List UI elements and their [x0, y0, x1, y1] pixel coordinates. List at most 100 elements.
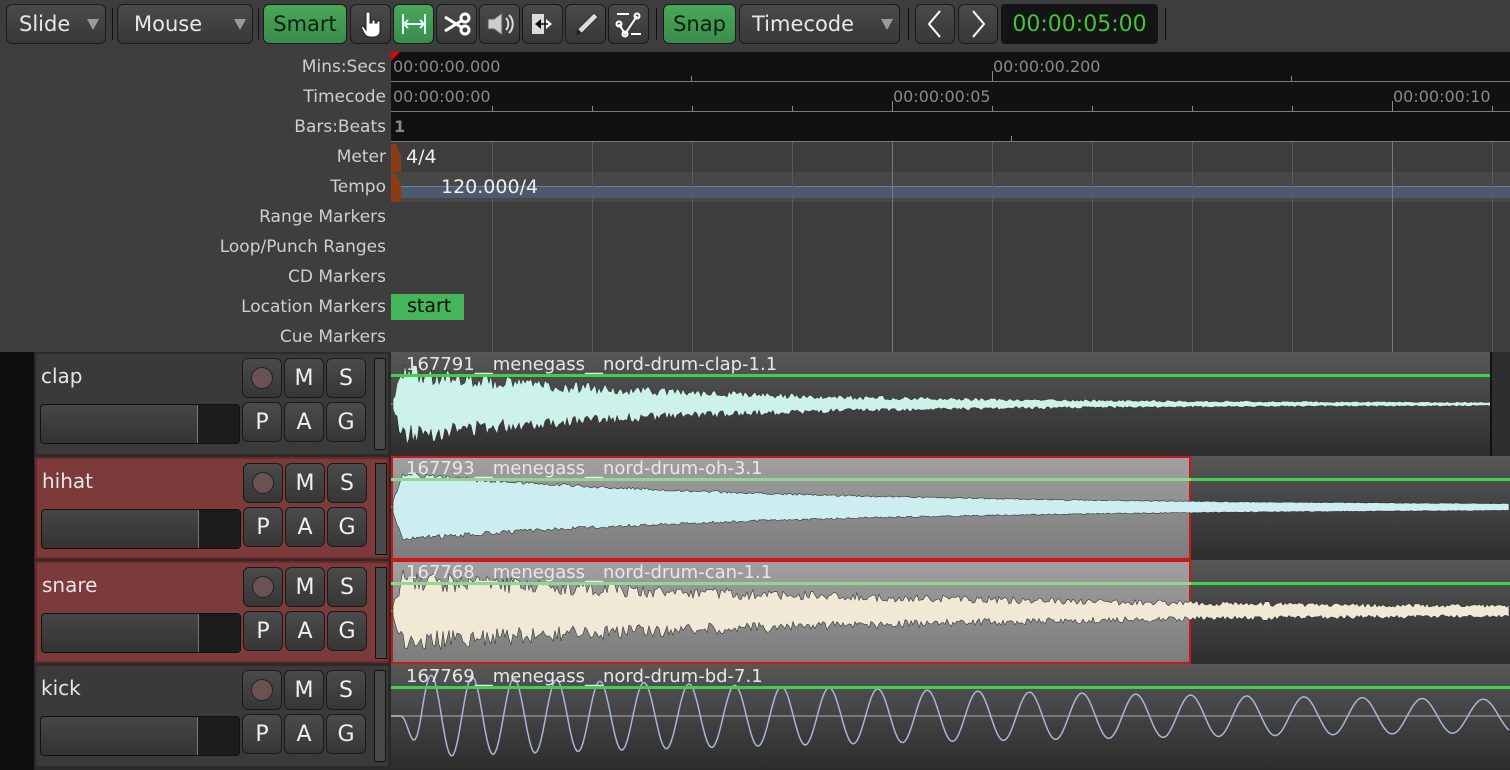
ruler-label-timecode[interactable]: Timecode — [303, 82, 386, 112]
internal-edit-tool-button[interactable] — [608, 4, 649, 44]
grid-type-dropdown[interactable]: Timecode — [739, 4, 900, 44]
ruler-label-cue-markers[interactable]: Cue Markers — [280, 322, 386, 352]
pencil-icon — [574, 12, 599, 36]
dropdown-arrow-icon — [881, 19, 893, 30]
timecode-tick — [992, 106, 993, 111]
meter-bar[interactable] — [391, 142, 1510, 172]
range-tool-button[interactable] — [393, 4, 434, 44]
draw-tool-button[interactable] — [565, 4, 606, 44]
track-name[interactable]: kick — [41, 676, 81, 700]
ruler-label-bbt[interactable]: Bars:Beats — [294, 112, 386, 142]
automation-button[interactable]: A — [285, 611, 325, 651]
record-enable-button[interactable] — [242, 358, 282, 398]
solo-button[interactable]: S — [327, 567, 367, 607]
edit-mode-dropdown[interactable]: Slide — [6, 4, 106, 44]
timecode-tick — [592, 106, 593, 111]
group-button[interactable]: G — [327, 507, 367, 547]
track-name[interactable]: hihat — [42, 469, 93, 493]
automation-button[interactable]: A — [284, 714, 324, 754]
location-marker-label: start — [407, 295, 452, 317]
edit-mode-label: Slide — [19, 12, 71, 36]
level-meter — [375, 463, 387, 555]
range-markers-bar[interactable] — [391, 202, 1510, 232]
playlist-button[interactable]: P — [242, 714, 282, 754]
track-header-kick[interactable]: kick M S P A G — [35, 665, 389, 767]
mute-button[interactable]: M — [284, 358, 324, 398]
grid-line — [492, 142, 493, 352]
playlist-button[interactable]: P — [242, 402, 282, 442]
grab-tool-button[interactable] — [350, 4, 391, 44]
record-enable-button[interactable] — [243, 567, 283, 607]
loop-punch-bar[interactable] — [391, 232, 1510, 262]
ruler-label-tempo[interactable]: Tempo — [330, 172, 386, 202]
timecode-tick — [792, 106, 793, 111]
grid-line — [592, 142, 593, 352]
track-lane-hihat[interactable]: 167793__menegass__nord-drum-oh-3.1 — [391, 456, 1510, 560]
ruler-label-cd-markers[interactable]: CD Markers — [288, 262, 386, 292]
minsec-ruler[interactable]: 00:00:00.000 00:00:00.200 — [391, 52, 1510, 82]
gain-fader[interactable] — [40, 404, 240, 444]
record-enable-button[interactable] — [243, 463, 283, 503]
automation-button[interactable]: A — [284, 402, 324, 442]
audition-tool-button[interactable] — [479, 4, 520, 44]
playlist-button[interactable]: P — [243, 507, 283, 547]
record-enable-button[interactable] — [242, 670, 282, 710]
playhead-marker[interactable] — [391, 52, 400, 61]
ruler-label-range-markers[interactable]: Range Markers — [259, 202, 386, 232]
cd-markers-bar[interactable] — [391, 262, 1510, 292]
nudge-forward-button[interactable] — [958, 4, 998, 44]
mute-button[interactable]: M — [285, 463, 325, 503]
track-lane-snare[interactable]: 167768__menegass__nord-drum-can-1.1 — [391, 560, 1510, 664]
group-button[interactable]: G — [326, 402, 366, 442]
ruler-label-meter[interactable]: Meter — [337, 142, 386, 172]
playlist-button[interactable]: P — [243, 611, 283, 651]
bbt-ruler[interactable]: 1 — [391, 112, 1510, 142]
ruler-label-minsec[interactable]: Mins:Secs — [302, 52, 386, 82]
minsec-label: 00:00:00.200 — [993, 57, 1101, 76]
track-header-hihat[interactable]: hihat M S P A G — [35, 457, 389, 559]
stretch-tool-button[interactable] — [522, 4, 563, 44]
hand-icon — [359, 11, 380, 38]
fader-remaining — [197, 405, 239, 443]
gain-fader[interactable] — [40, 716, 240, 756]
track-lane-kick[interactable]: 167769__menegass__nord-drum-bd-7.1 — [391, 664, 1510, 768]
track-name[interactable]: clap — [41, 364, 83, 388]
nudge-backward-button[interactable] — [915, 4, 955, 44]
gain-fader[interactable] — [41, 509, 241, 549]
location-marker-start[interactable]: start — [391, 294, 464, 320]
cue-markers-bar[interactable] — [391, 322, 1510, 352]
track-lane-clap[interactable]: 167791__menegass__nord-drum-clap-1.1 — [391, 352, 1510, 456]
range-arrows-icon — [401, 14, 426, 34]
grid-line — [792, 142, 793, 352]
ruler-label-loop-punch[interactable]: Loop/Punch Ranges — [220, 232, 386, 262]
automation-button[interactable]: A — [285, 507, 325, 547]
ruler-label-location-markers[interactable]: Location Markers — [241, 292, 386, 322]
solo-button[interactable]: S — [327, 463, 367, 503]
track-header-clap[interactable]: clap M S P A G — [35, 353, 389, 455]
snap-toggle-button[interactable]: Snap — [663, 4, 736, 44]
region-name: 167768__menegass__nord-drum-can-1.1 — [406, 562, 773, 583]
timecode-ruler[interactable]: 00:00:00:00 00:00:00:05 00:00:00:10 — [391, 82, 1510, 112]
track-header-snare[interactable]: snare M S P A G — [35, 561, 389, 663]
cut-tool-button[interactable] — [436, 4, 477, 44]
grid-line — [1392, 142, 1393, 352]
nudge-clock[interactable]: 00:00:05:00 — [1001, 4, 1158, 44]
location-markers-bar[interactable] — [391, 292, 1510, 322]
group-button[interactable]: G — [327, 611, 367, 651]
timecode-tick — [1092, 106, 1093, 111]
smart-mode-button[interactable]: Smart — [263, 4, 347, 44]
rulers-area[interactable]: 00:00:00.000 00:00:00.200 00:00:00:00 00:0… — [391, 52, 1510, 352]
track-name[interactable]: snare — [42, 573, 97, 597]
solo-button[interactable]: S — [326, 358, 366, 398]
mute-button[interactable]: M — [285, 567, 325, 607]
grid-type-label: Timecode — [752, 12, 855, 36]
gain-fader[interactable] — [41, 613, 241, 653]
mouse-mode-dropdown[interactable]: Mouse — [117, 4, 253, 44]
dropdown-arrow-icon — [234, 19, 246, 30]
group-button[interactable]: G — [326, 714, 366, 754]
mute-button[interactable]: M — [284, 670, 324, 710]
scissors-icon — [443, 12, 470, 36]
toolbar-separator — [1165, 8, 1166, 40]
level-meter — [374, 670, 386, 762]
solo-button[interactable]: S — [326, 670, 366, 710]
